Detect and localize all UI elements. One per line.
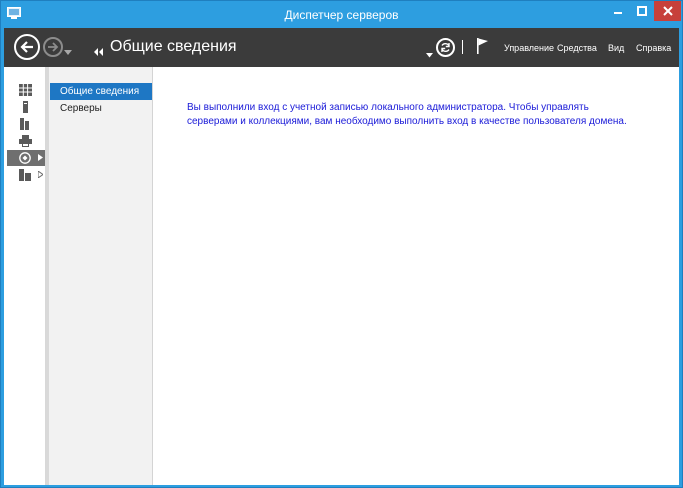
title-bar[interactable]: Диспетчер серверов xyxy=(1,1,682,28)
refresh-dropdown-icon[interactable] xyxy=(426,45,433,63)
forward-arrow-icon xyxy=(48,42,59,52)
back-button[interactable] xyxy=(14,34,40,60)
menu-help[interactable]: Справка xyxy=(636,43,671,53)
rail-item-dashboard[interactable] xyxy=(7,82,45,98)
roles-rail xyxy=(4,67,46,485)
dashboard-icon xyxy=(19,84,32,96)
rail-item-local-server[interactable] xyxy=(7,99,45,115)
toolbar-separator xyxy=(462,40,463,54)
server-manager-window: Диспетчер серверов Общие сведения Управл… xyxy=(0,0,683,488)
nav-item-servers[interactable]: Серверы xyxy=(50,100,152,117)
rail-item-file-storage-services[interactable] xyxy=(7,167,45,183)
minimize-icon xyxy=(614,12,622,14)
navigation-panel: Общие сведения Серверы xyxy=(49,67,153,485)
back-arrow-icon xyxy=(20,41,33,53)
menu-manage[interactable]: Управление xyxy=(504,43,554,53)
close-icon xyxy=(662,6,673,16)
menu-tools[interactable]: Средства xyxy=(557,43,597,53)
local-server-icon xyxy=(23,101,28,113)
page-title: Общие сведения xyxy=(110,38,237,55)
history-dropdown-icon[interactable] xyxy=(64,43,72,61)
expand-arrow-icon xyxy=(38,171,43,178)
notifications-flag-icon[interactable] xyxy=(476,37,490,60)
rail-item-print-services[interactable] xyxy=(7,133,45,149)
rail-item-remote-desktop-services[interactable] xyxy=(7,150,45,166)
maximize-icon xyxy=(637,6,647,16)
maximize-button[interactable] xyxy=(630,1,654,21)
forward-button[interactable] xyxy=(43,37,63,57)
all-servers-icon xyxy=(20,118,29,130)
menu-view[interactable]: Вид xyxy=(608,43,624,53)
expand-arrow-icon xyxy=(38,154,43,161)
nav-item-overview[interactable]: Общие сведения xyxy=(50,83,152,100)
refresh-button[interactable] xyxy=(436,38,455,57)
content-pane: Вы выполнили вход с учетной записью лока… xyxy=(154,67,679,485)
refresh-icon xyxy=(441,42,450,53)
domain-login-message: Вы выполнили вход с учетной записью лока… xyxy=(187,102,627,127)
close-button[interactable] xyxy=(654,1,681,21)
breadcrumb-chevron-icon xyxy=(94,43,104,61)
command-bar: Общие сведения Управление Средства Вид С… xyxy=(4,28,679,67)
rail-item-all-servers[interactable] xyxy=(7,116,45,132)
remote-desktop-services-icon xyxy=(19,152,31,164)
print-services-icon xyxy=(19,135,32,147)
main-area: Общие сведения Серверы Вы выполнили вход… xyxy=(4,67,679,485)
file-storage-services-icon xyxy=(19,169,31,181)
minimize-button[interactable] xyxy=(606,1,630,21)
window-title: Диспетчер серверов xyxy=(284,8,399,22)
